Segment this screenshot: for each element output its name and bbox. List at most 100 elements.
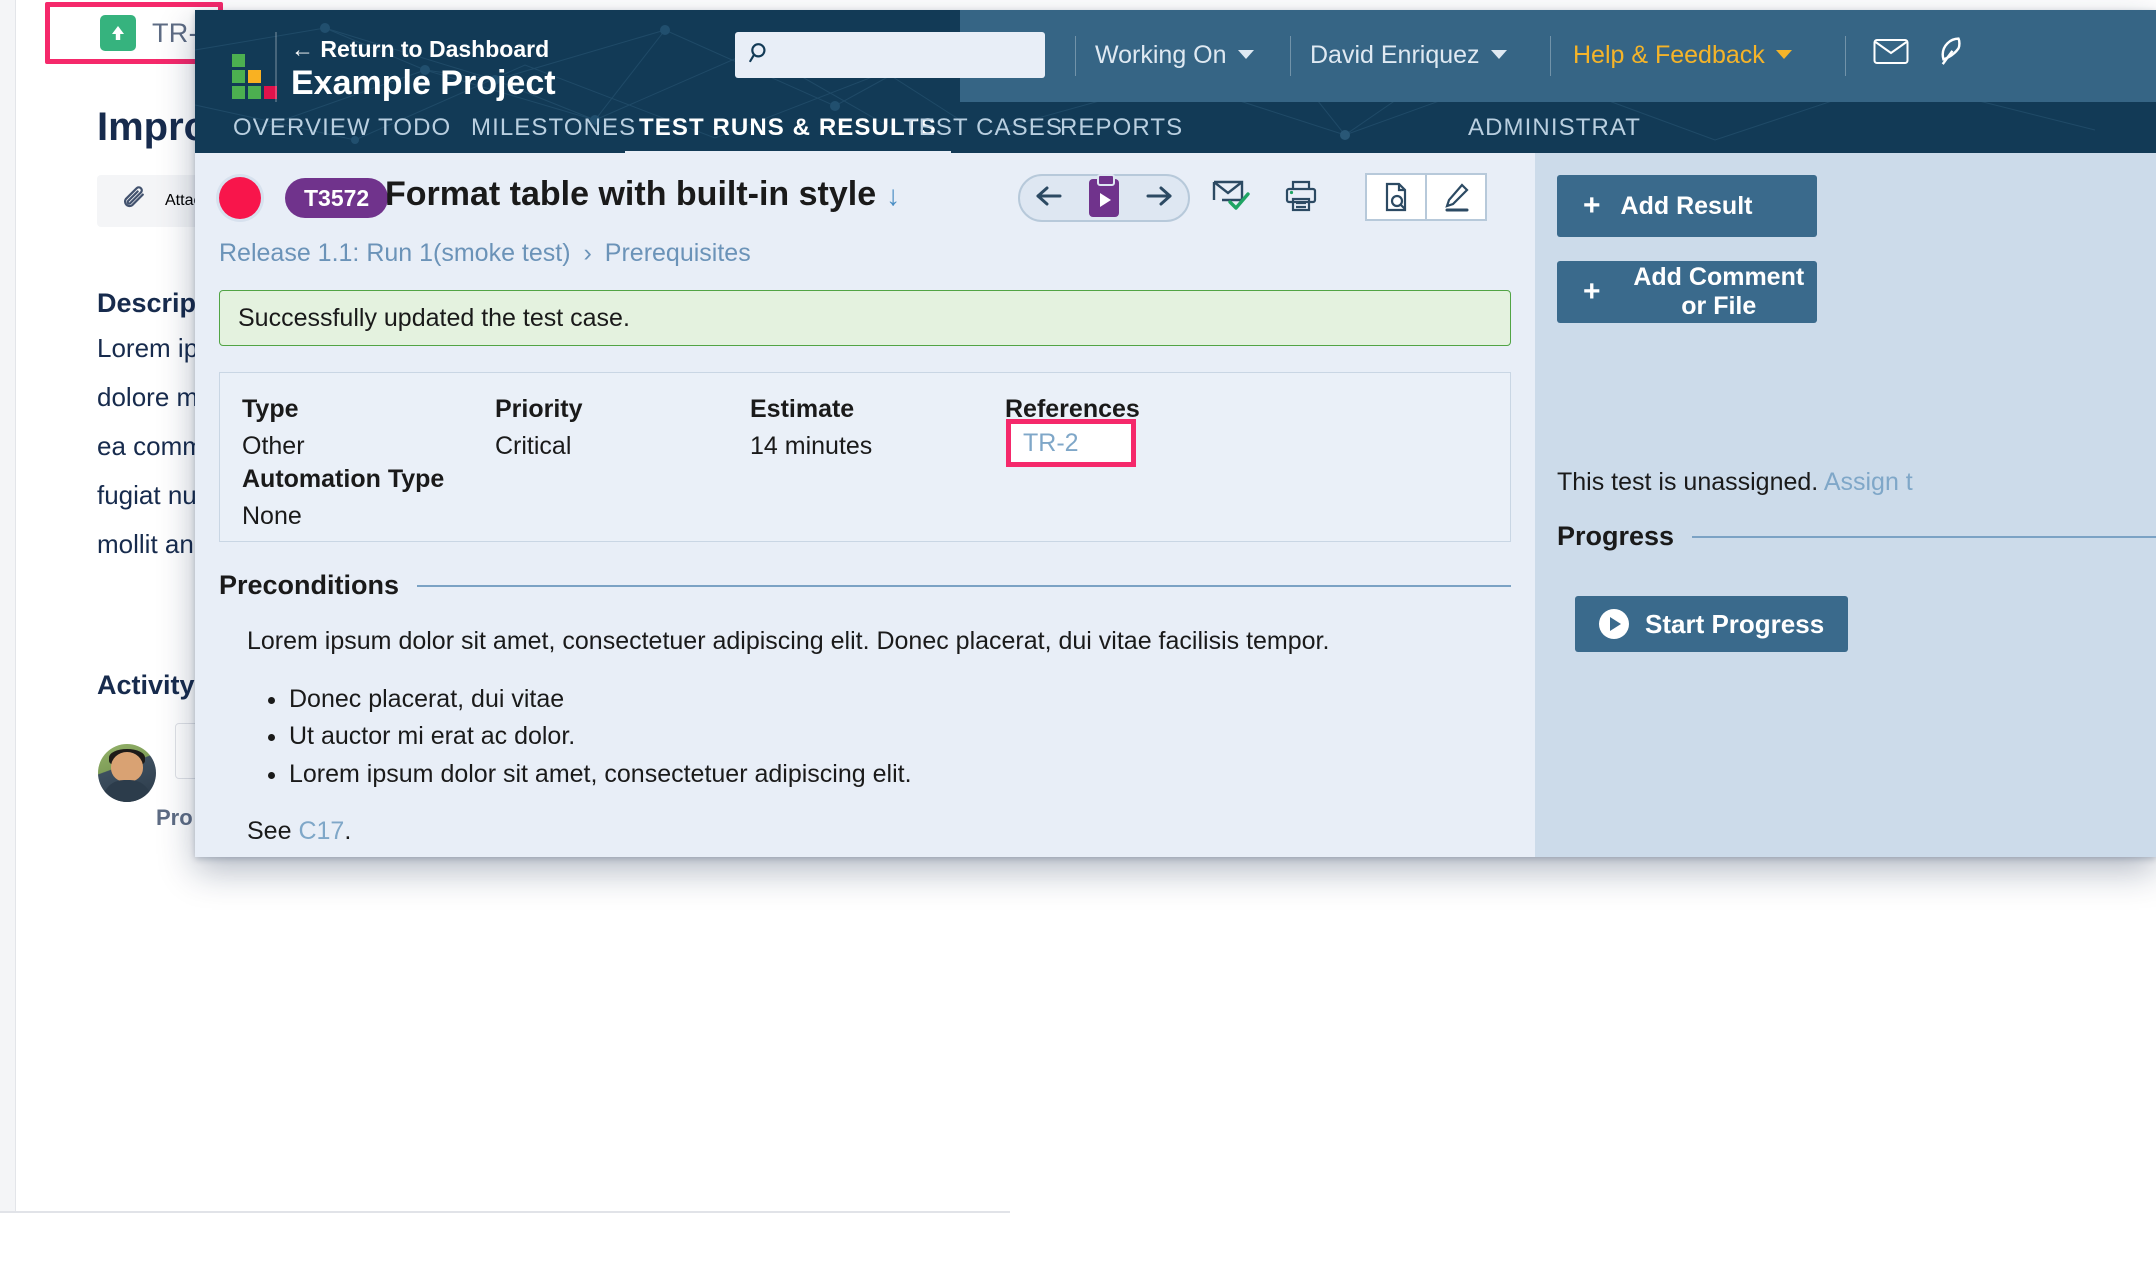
list-item: Ut auctor mi erat ac dolor. [289, 718, 1511, 756]
status-badge [219, 177, 261, 219]
user-menu[interactable]: David Enriquez [1310, 30, 1507, 80]
feather-button[interactable] [1935, 30, 1965, 80]
start-progress-button[interactable]: Start Progress [1575, 596, 1849, 652]
print-icon[interactable] [1283, 177, 1319, 218]
assign-link[interactable]: Assign t [1824, 468, 1913, 496]
assignment-note: This test is unassigned. Assign t [1557, 468, 1913, 497]
see-suffix: . [344, 817, 352, 846]
progress-section-header: Progress [1557, 521, 2156, 552]
arrow-down-icon[interactable]: ↓ [886, 180, 900, 211]
case-reference-link[interactable]: C17 [298, 817, 344, 845]
return-to-dashboard-label: Return to Dashboard [320, 36, 550, 62]
preconditions-heading: Preconditions [219, 570, 400, 600]
breadcrumb: Release 1.1: Run 1(smoke test) › Prerequ… [219, 239, 1511, 268]
detail-label: Priority [495, 395, 583, 423]
test-case-id-badge[interactable]: T3572 [285, 178, 389, 218]
chevron-down-icon [1775, 49, 1792, 59]
section-rule [417, 584, 1511, 587]
test-navigation-group [1018, 174, 1190, 222]
tab-administration[interactable]: ADMINISTRAT [1468, 102, 1641, 153]
project-name: Example Project [291, 64, 556, 102]
add-result-label: Add Result [1620, 191, 1753, 220]
help-feedback-menu[interactable]: Help & Feedback [1573, 30, 1792, 80]
view-edit-toolbox [1365, 173, 1487, 221]
feather-icon [1935, 35, 1965, 76]
plus-icon: + [1583, 275, 1601, 308]
edit-pencil-icon[interactable] [1425, 175, 1485, 219]
detail-label: Estimate [750, 395, 855, 423]
section-rule [1692, 535, 2156, 538]
chevron-down-icon [1490, 49, 1507, 59]
project-tabs: OVERVIEW TODO MILESTONES TEST RUNS & RES… [195, 102, 2156, 153]
progress-heading: Progress [1557, 521, 1675, 551]
user-menu-label: David Enriquez [1310, 40, 1480, 69]
see-prefix: See [247, 817, 299, 846]
test-case-main: T3572 Format table with built-in style ↓ [195, 153, 1535, 857]
screenshot-root: TR-2 Improve Attach Description Lorem ip… [0, 0, 2156, 1275]
next-test-button[interactable] [1144, 184, 1174, 213]
previous-test-button[interactable] [1034, 184, 1064, 213]
search-icon [747, 40, 773, 71]
tab-test-runs-and-results[interactable]: TEST RUNS & RESULTS [625, 102, 951, 153]
activity-heading: Activity [97, 670, 195, 700]
avatar [98, 744, 156, 802]
tab-reports[interactable]: REPORTS [1060, 102, 1183, 153]
return-to-dashboard-link[interactable]: ← Return to Dashboard [291, 36, 549, 63]
breadcrumb-section-link[interactable]: Prerequisites [605, 239, 751, 267]
search-input[interactable] [773, 43, 1023, 67]
add-comment-or-file-label: Add Comment or File [1633, 263, 1805, 320]
tab-test-cases[interactable]: TEST CASES [903, 102, 1063, 153]
preconditions-list: Donec placerat, dui vitae Ut auctor mi e… [289, 681, 1511, 794]
plus-icon: + [1583, 189, 1601, 222]
preview-document-search-icon[interactable] [1367, 175, 1425, 219]
improvement-arrow-up-icon [100, 15, 136, 51]
testrail-body: T3572 Format table with built-in style ↓ [195, 153, 2156, 857]
background-left-rail [0, 0, 16, 1212]
working-on-menu[interactable]: Working On [1095, 30, 1254, 80]
add-comment-or-file-button[interactable]: + Add Comment or File [1557, 261, 1817, 323]
references-value-highlight[interactable]: TR-2 [1006, 419, 1136, 467]
chevron-down-icon [1237, 49, 1254, 59]
test-case-title: Format table with built-in style ↓ [385, 175, 900, 214]
preconditions-section-header: Preconditions [219, 570, 1511, 601]
tab-label: MILESTONES [471, 113, 637, 141]
tab-label: TEST RUNS & RESULTS [639, 113, 937, 141]
tab-label: TEST CASES [903, 113, 1063, 141]
breadcrumb-separator: › [583, 239, 592, 267]
tab-label: REPORTS [1060, 113, 1184, 141]
testrail-logo[interactable] [221, 54, 277, 100]
test-case-header: T3572 Format table with built-in style ↓ [219, 169, 1511, 235]
detail-type: Type Other [242, 395, 305, 461]
header-divider [275, 32, 277, 102]
preconditions-intro: Lorem ipsum dolor sit amet, consectetuer… [247, 627, 1330, 655]
flash-success-message: Successfully updated the test case. [219, 290, 1511, 346]
detail-priority: Priority Critical [495, 395, 583, 461]
detail-value[interactable]: TR-2 [1023, 429, 1079, 458]
list-item: Donec placerat, dui vitae [289, 681, 1511, 719]
detail-value: Other [242, 432, 305, 460]
add-result-button[interactable]: + Add Result [1557, 175, 1817, 237]
detail-references: References TR-2 [1005, 395, 1145, 467]
unassigned-text: This test is unassigned. [1557, 468, 1824, 496]
detail-value: None [242, 502, 302, 530]
arrow-left-icon: ← [291, 36, 314, 62]
testrail-window: ← Return to Dashboard Example Project Wo… [195, 10, 2156, 857]
tab-milestones[interactable]: MILESTONES [471, 102, 636, 153]
testrail-header: ← Return to Dashboard Example Project Wo… [195, 10, 2156, 153]
working-on-label: Working On [1095, 40, 1227, 69]
detail-value: 14 minutes [750, 432, 873, 460]
search-box[interactable] [735, 32, 1045, 78]
paperclip-icon [119, 184, 149, 219]
subscribe-envelope-check-icon[interactable] [1211, 177, 1251, 218]
detail-automation-type: Automation Type None [242, 465, 444, 531]
tab-label: OVERVIEW [233, 113, 371, 141]
tab-todo[interactable]: TODO [378, 102, 451, 153]
breadcrumb-run-link[interactable]: Release 1.1: Run 1(smoke test) [219, 239, 571, 267]
test-run-clipboard-icon[interactable] [1089, 174, 1119, 217]
play-icon [1599, 609, 1629, 639]
detail-label: Automation Type [242, 465, 445, 493]
messages-button[interactable] [1873, 30, 1909, 80]
detail-value: Critical [495, 432, 572, 460]
tab-overview[interactable]: OVERVIEW [233, 102, 371, 153]
nav-separator [1845, 36, 1846, 76]
